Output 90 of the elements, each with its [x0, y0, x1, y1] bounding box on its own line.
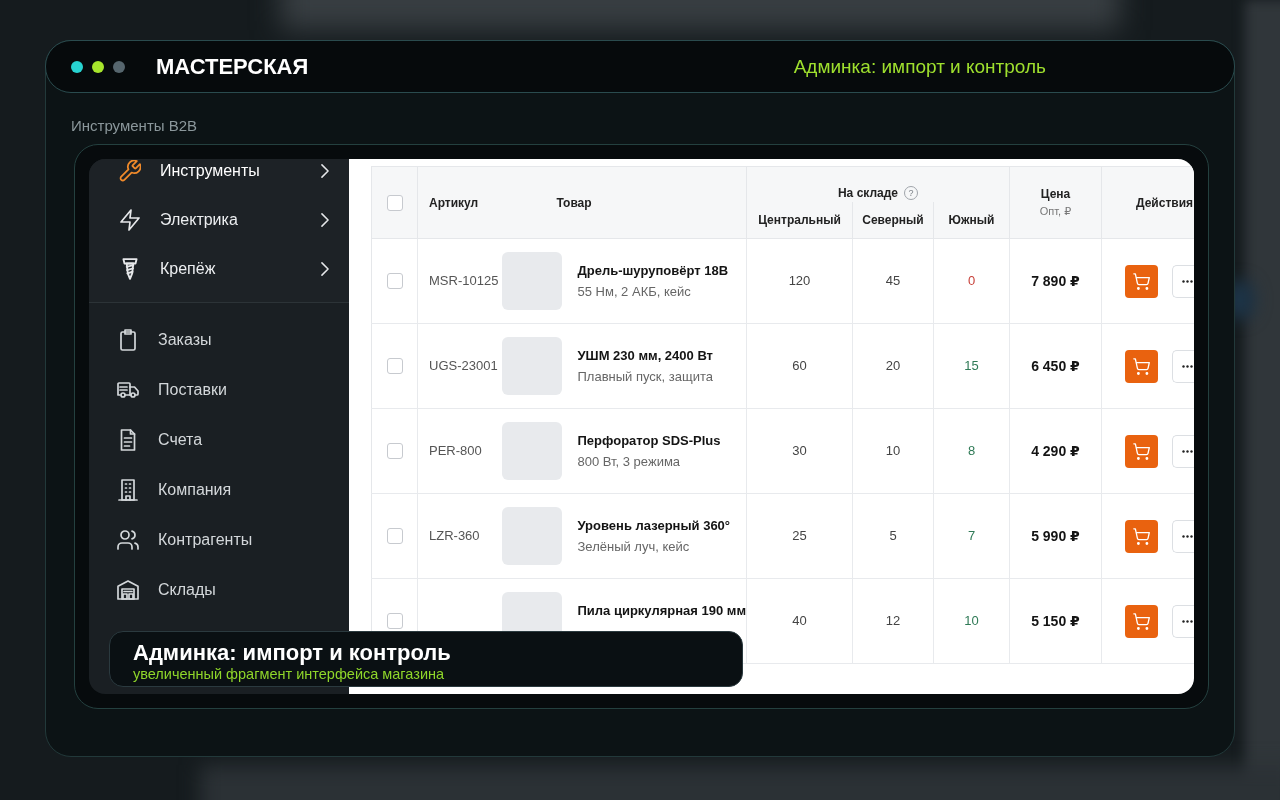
table-cell: 5 990 ₽	[1009, 493, 1102, 579]
table-cell: 60	[746, 323, 853, 409]
product-name: УШМ 230 мм, 2400 Вт	[577, 347, 713, 364]
table-cell: 15	[933, 323, 1010, 409]
table-cell: 7 890 ₽	[1009, 238, 1102, 324]
column-header: Артикул	[417, 166, 502, 239]
header-subtitle: Админка: импорт и контроль	[793, 54, 1046, 79]
product-details: 55 Нм, 2 АКБ, кейс	[577, 283, 692, 300]
sidebar-category[interactable]: Инструменты	[89, 159, 349, 195]
more-button[interactable]	[1172, 519, 1194, 553]
table-cell: PER-800	[417, 408, 502, 494]
product-name: Перфоратор SDS-Plus	[577, 432, 721, 449]
sidebar-category[interactable]: Крепёж	[89, 244, 349, 293]
cart-icon	[1133, 272, 1150, 290]
table-cell: 10	[933, 578, 1010, 664]
add-to-cart-button[interactable]	[1125, 519, 1158, 553]
sidebar-category[interactable]: Электрика	[89, 195, 349, 244]
table-cell: 20	[852, 323, 934, 409]
row-checkbox[interactable]	[386, 443, 403, 459]
cart-icon	[1133, 527, 1150, 545]
more-button[interactable]	[1172, 264, 1194, 298]
table-cell: 5	[852, 493, 934, 579]
column-header: Товар	[501, 166, 747, 239]
add-to-cart-button[interactable]	[1125, 604, 1158, 638]
cart-icon	[1133, 612, 1150, 630]
truck-icon	[117, 379, 139, 401]
product-details: 800 Вт, 3 режима	[577, 453, 682, 470]
table-cell: 4 290 ₽	[1009, 408, 1102, 494]
cart-icon	[1133, 357, 1150, 375]
select-all-checkbox[interactable]	[386, 194, 403, 211]
more-icon	[1182, 619, 1193, 623]
product-name: Дрель-шуруповёрт 18В	[577, 262, 728, 279]
table-cell: 5 150 ₽	[1009, 578, 1102, 664]
column-header: На складе	[837, 185, 899, 200]
more-icon	[1182, 534, 1193, 538]
sidebar-item[interactable]: Поставки	[89, 365, 349, 415]
sidebar-item[interactable]: Компания	[89, 465, 349, 515]
table-cell: 7	[933, 493, 1010, 579]
clipboard-icon	[117, 329, 139, 351]
sidebar-item[interactable]: Склады	[89, 565, 349, 615]
table-cell: 10	[852, 408, 934, 494]
table-cell: 45	[852, 238, 934, 324]
people-icon	[117, 529, 139, 551]
table-cell: 25	[746, 493, 853, 579]
sidebar-item[interactable]: Счета	[89, 415, 349, 465]
more-button[interactable]	[1172, 434, 1194, 468]
more-icon	[1182, 364, 1193, 368]
table-cell: 120	[746, 238, 853, 324]
add-to-cart-button[interactable]	[1125, 264, 1158, 298]
column-header: Северный	[852, 201, 934, 239]
column-header: Цена	[1040, 186, 1071, 202]
sidebar-item[interactable]: Контрагенты	[89, 515, 349, 565]
product-details: Зелёный луч, кейс	[577, 538, 691, 555]
add-to-cart-button[interactable]	[1125, 349, 1158, 383]
product-details: Плавный пуск, защита	[577, 368, 713, 385]
table-cell: 0	[933, 238, 1010, 324]
sidebar-item[interactable]: Заказы	[89, 315, 349, 365]
column-header: Действия	[1101, 166, 1194, 239]
table-cell: UGS-23001	[417, 323, 502, 409]
column-header: Южный	[933, 201, 1010, 239]
warehouse-icon	[117, 579, 139, 601]
more-icon	[1182, 279, 1193, 283]
add-to-cart-button[interactable]	[1125, 434, 1158, 468]
product-name: Пила циркулярная 190 мм	[577, 602, 747, 619]
row-checkbox[interactable]	[386, 528, 403, 544]
table-cell: 6 450 ₽	[1009, 323, 1102, 409]
row-checkbox[interactable]	[386, 358, 403, 374]
app-title: МАСТЕРСКАЯ	[156, 53, 309, 80]
chevron-right-icon	[321, 163, 329, 178]
table-cell: LZR-360	[417, 493, 502, 579]
table-cell: MSR-10125	[417, 238, 502, 324]
more-button[interactable]	[1172, 349, 1194, 383]
caption-subtitle: увеличенный фрагмент интерфейса магазина	[133, 666, 445, 683]
section-label: Инструменты B2B	[71, 117, 198, 135]
more-icon	[1182, 449, 1193, 453]
chevron-right-icon	[321, 212, 329, 227]
column-note: Опт, ₽	[1039, 203, 1072, 219]
row-checkbox[interactable]	[386, 613, 403, 629]
table-cell: 40	[746, 578, 853, 664]
column-header: Центральный	[746, 201, 853, 239]
more-button[interactable]	[1172, 604, 1194, 638]
building-icon	[117, 479, 139, 501]
cart-icon	[1133, 442, 1150, 460]
table-cell: 30	[746, 408, 853, 494]
product-name: Уровень лазерный 360°	[577, 517, 731, 534]
caption-title: Админка: импорт и контроль	[133, 640, 451, 666]
table-cell: 8	[933, 408, 1010, 494]
chevron-right-icon	[321, 261, 329, 276]
table-cell: 12	[852, 578, 934, 664]
row-checkbox[interactable]	[386, 273, 403, 289]
